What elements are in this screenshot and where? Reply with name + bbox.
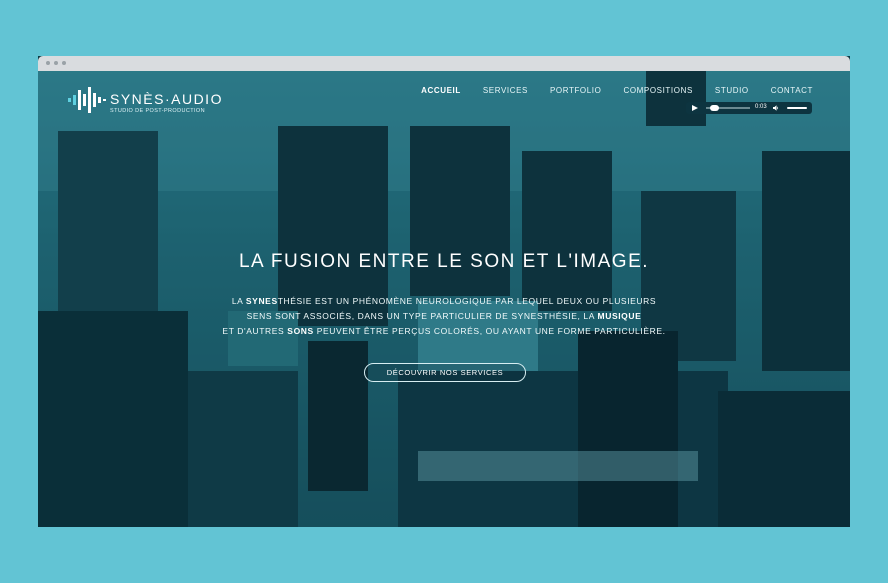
nav-item-portfolio[interactable]: PORTFOLIO: [550, 86, 601, 95]
discover-services-button[interactable]: DÉCOUVRIR NOS SERVICES: [364, 363, 526, 382]
seek-handle[interactable]: [709, 105, 719, 111]
nav-item-accueil[interactable]: ACCUEIL: [421, 86, 461, 95]
brand-tagline: STUDIO DE POST-PRODUCTION: [110, 108, 205, 114]
hero-line-3: ET D'AUTRES SONS PEUVENT ÊTRE PERÇUS COL…: [38, 324, 850, 339]
main-nav: ACCUEIL SERVICES PORTFOLIO COMPOSITIONS …: [399, 86, 813, 95]
window-dot-maximize[interactable]: [62, 61, 66, 65]
volume-icon[interactable]: [773, 105, 779, 111]
window-dot-minimize[interactable]: [54, 61, 58, 65]
highlight-sons: SONS: [287, 326, 314, 336]
waveform-icon: [68, 87, 106, 113]
window-dot-close[interactable]: [46, 61, 50, 65]
audio-player: 0:03: [686, 102, 812, 114]
hero-description: LA SYNESTHÉSIE EST UN PHÉNOMÈNE NEUROLOG…: [38, 294, 850, 339]
highlight-synes: SYNES: [245, 296, 278, 306]
nav-item-contact[interactable]: CONTACT: [771, 86, 813, 95]
volume-slider[interactable]: [787, 107, 807, 109]
nav-item-compositions[interactable]: COMPOSITIONS: [623, 86, 692, 95]
site-logo[interactable]: SYNÈS·AUDIO STUDIO DE POST-PRODUCTION: [68, 85, 238, 115]
current-time: 0:03: [755, 104, 767, 110]
play-icon[interactable]: [692, 105, 698, 111]
hero-line-1: LA SYNESTHÉSIE EST UN PHÉNOMÈNE NEUROLOG…: [38, 294, 850, 309]
text-segment: SENS SONT ASSOCIÉS, DANS UN TYPE PARTICU…: [246, 311, 598, 321]
text-segment: LA: [231, 296, 246, 306]
hero-title: LA FUSION ENTRE LE SON ET L'IMAGE.: [238, 251, 650, 272]
text-segment: THÉSIE EST UN PHÉNOMÈNE NEUROLOGIQUE PAR…: [277, 296, 657, 306]
brand-name: SYNÈS·AUDIO: [110, 91, 223, 107]
nav-item-studio[interactable]: STUDIO: [715, 86, 749, 95]
hero-section: SYNÈS·AUDIO STUDIO DE POST-PRODUCTION AC…: [38, 71, 850, 527]
text-segment: ET D'AUTRES: [222, 326, 288, 336]
text-segment: PEUVENT ÊTRE PERÇUS COLORÉS, OU AYANT UN…: [313, 326, 666, 336]
hero-line-2: SENS SONT ASSOCIÉS, DANS UN TYPE PARTICU…: [38, 309, 850, 324]
highlight-musique: MUSIQUE: [597, 311, 642, 321]
nav-item-services[interactable]: SERVICES: [483, 86, 528, 95]
browser-window: SYNÈS·AUDIO STUDIO DE POST-PRODUCTION AC…: [38, 56, 850, 527]
browser-chrome: [38, 56, 850, 71]
